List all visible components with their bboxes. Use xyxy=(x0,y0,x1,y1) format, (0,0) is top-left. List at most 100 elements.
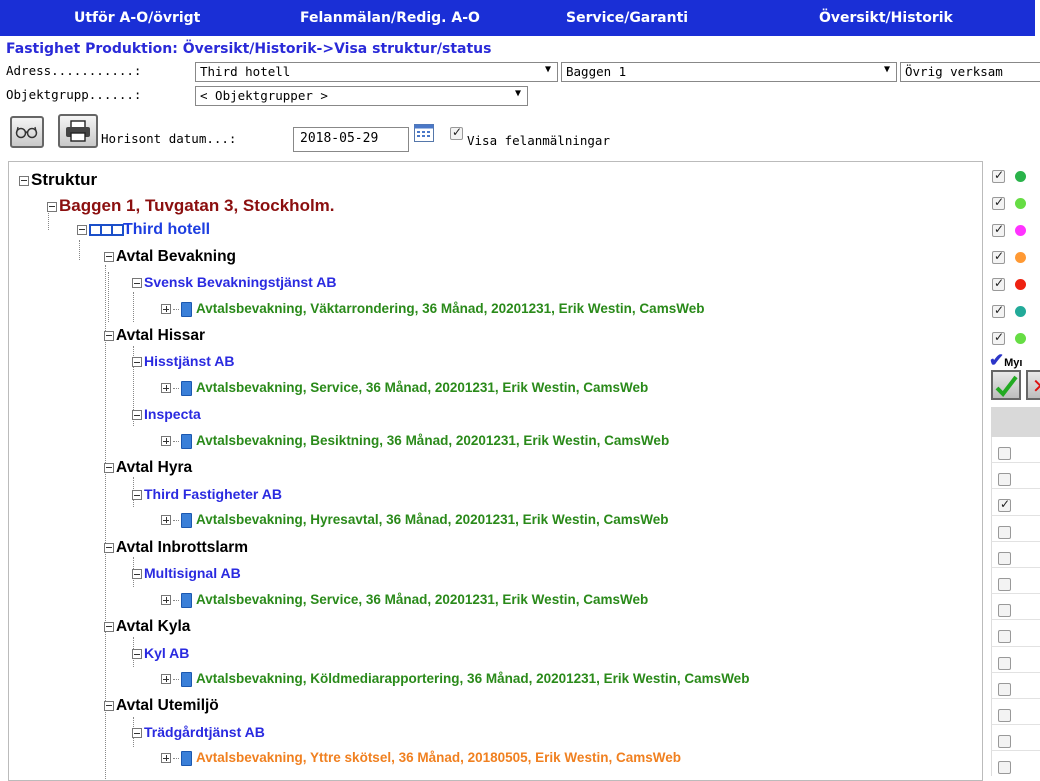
tree-contract[interactable]: Avtal Bevakning xyxy=(104,248,236,266)
nav-item-utfor[interactable]: Utför A-O/övrigt xyxy=(74,10,200,26)
tree-contract[interactable]: Avtal Inbrottslarm xyxy=(104,539,248,557)
fastighet-select[interactable]: Baggen 1 ▼ xyxy=(561,62,897,82)
print-button[interactable] xyxy=(58,114,98,148)
legend-checkbox[interactable] xyxy=(992,222,1005,237)
tree-item-label: Avtalsbevakning, Hyresavtal, 36 Månad, 2… xyxy=(196,512,669,527)
row-checkbox[interactable] xyxy=(998,708,1011,722)
collapse-icon[interactable] xyxy=(104,542,114,553)
row-checkbox[interactable] xyxy=(998,761,1011,775)
printer-icon xyxy=(66,120,90,142)
collapse-icon[interactable] xyxy=(77,224,87,235)
legend-checkbox[interactable] xyxy=(992,330,1005,345)
row-checkbox[interactable] xyxy=(998,447,1011,460)
tree-contract[interactable]: Avtal Kyla xyxy=(104,618,190,636)
row-checkbox[interactable] xyxy=(998,525,1011,539)
verksamhet-select[interactable]: Övrig verksam xyxy=(900,62,1040,82)
row-checkbox[interactable] xyxy=(998,497,1011,513)
tree-supplier[interactable]: Multisignal AB xyxy=(132,565,241,581)
legend-checkbox[interactable] xyxy=(992,303,1005,318)
expand-icon[interactable] xyxy=(161,515,171,526)
expand-icon[interactable] xyxy=(161,383,171,394)
collapse-icon[interactable] xyxy=(132,649,142,660)
table-header xyxy=(991,407,1040,437)
tree-contract-label: Avtal Hyra xyxy=(116,459,193,476)
tree-item[interactable]: Avtalsbevakning, Service, 36 Månad, 2020… xyxy=(161,592,648,608)
cancel-button[interactable]: ✕ xyxy=(1026,370,1040,400)
table-row xyxy=(991,463,1040,490)
tree-item[interactable]: Avtalsbevakning, Köldmediarapportering, … xyxy=(161,671,749,687)
row-checkbox[interactable] xyxy=(998,577,1011,591)
collapse-icon[interactable] xyxy=(19,175,29,186)
collapse-icon[interactable] xyxy=(132,728,142,739)
collapse-icon[interactable] xyxy=(132,569,142,580)
tree-supplier[interactable]: Svensk Bevakningstjänst AB xyxy=(132,274,336,290)
breadcrumb: Fastighet Produktion: Översikt/Historik-… xyxy=(6,41,492,57)
tree-supplier[interactable]: Hisstjänst AB xyxy=(132,353,235,369)
collapse-icon[interactable] xyxy=(104,462,114,473)
expand-icon[interactable] xyxy=(161,436,171,447)
document-icon xyxy=(181,512,192,528)
mine-filter[interactable]: ✔Myı xyxy=(989,350,1022,371)
collapse-icon[interactable] xyxy=(132,490,142,501)
view-button[interactable] xyxy=(10,116,44,148)
tree-building[interactable]: Third hotell xyxy=(77,221,210,239)
row-checkbox[interactable] xyxy=(998,551,1011,565)
tree-contract[interactable]: Avtal Hissar xyxy=(104,327,205,345)
tree-supplier[interactable]: Third Fastigheter AB xyxy=(132,486,282,502)
collapse-icon[interactable] xyxy=(132,278,142,289)
horisont-date-input[interactable]: 2018-05-29 xyxy=(293,127,409,152)
tree-connector xyxy=(173,757,179,759)
tree-item[interactable]: Avtalsbevakning, Besiktning, 36 Månad, 2… xyxy=(161,433,669,449)
legend-checkbox[interactable] xyxy=(992,195,1005,210)
visa-felanmalningar-checkbox[interactable] xyxy=(450,125,463,140)
tree-supplier[interactable]: Kyl AB xyxy=(132,645,189,661)
collapse-icon[interactable] xyxy=(104,700,114,711)
collapse-icon[interactable] xyxy=(104,621,114,632)
confirm-button[interactable] xyxy=(991,370,1021,400)
tree-property[interactable]: Baggen 1, Tuvgatan 3, Stockholm. xyxy=(47,196,335,216)
table-row xyxy=(991,515,1040,542)
tree-property-label: Baggen 1, Tuvgatan 3, Stockholm. xyxy=(59,196,335,215)
tree-item[interactable]: Avtalsbevakning, Service, 36 Månad, 2020… xyxy=(161,380,648,396)
expand-icon[interactable] xyxy=(161,304,171,315)
expand-icon[interactable] xyxy=(161,674,171,685)
tree-item[interactable]: Avtalsbevakning, Yttre skötsel, 36 Månad… xyxy=(161,750,681,766)
collapse-icon[interactable] xyxy=(104,330,114,341)
objektgrupp-select[interactable]: < Objektgrupper > ▼ xyxy=(195,86,528,106)
glasses-icon xyxy=(15,126,38,139)
legend-checkbox[interactable] xyxy=(992,168,1005,183)
tree-contract[interactable]: Avtal Hyra xyxy=(104,459,192,477)
legend-checkbox[interactable] xyxy=(992,276,1005,291)
nav-item-oversikt[interactable]: Översikt/Historik xyxy=(819,10,953,26)
tree-supplier[interactable]: Inspecta xyxy=(132,406,201,422)
row-checkbox[interactable] xyxy=(998,735,1011,749)
adress-select[interactable]: Third hotell ▼ xyxy=(195,62,558,82)
row-checkbox[interactable] xyxy=(998,630,1011,644)
legend-checkbox[interactable] xyxy=(992,249,1005,264)
tree-root[interactable]: Struktur xyxy=(19,170,97,190)
row-checkbox[interactable] xyxy=(998,604,1011,618)
calendar-icon[interactable] xyxy=(414,124,434,146)
collapse-icon[interactable] xyxy=(132,357,142,368)
tree-contract-label: Avtal Utemiljö xyxy=(116,697,219,714)
row-checkbox[interactable] xyxy=(998,473,1011,487)
tree-contract[interactable]: Avtal Utemiljö xyxy=(104,697,219,715)
nav-item-service[interactable]: Service/Garanti xyxy=(566,10,688,26)
row-checkbox[interactable] xyxy=(998,656,1011,670)
status-dot-icon xyxy=(1015,171,1026,182)
legend-row xyxy=(992,166,1026,183)
collapse-icon[interactable] xyxy=(104,251,114,262)
building-icon xyxy=(89,223,124,236)
tree-item[interactable]: Avtalsbevakning, Hyresavtal, 36 Månad, 2… xyxy=(161,512,668,528)
tree-guide xyxy=(79,240,80,260)
tree-supplier[interactable]: Trädgårdtjänst AB xyxy=(132,724,265,740)
collapse-icon[interactable] xyxy=(132,410,142,421)
nav-item-felanmalan[interactable]: Felanmälan/Redig. A-O xyxy=(300,10,480,26)
row-checkbox[interactable] xyxy=(998,682,1011,696)
collapse-icon[interactable] xyxy=(47,201,57,212)
expand-icon[interactable] xyxy=(161,595,171,606)
tree-item[interactable]: Avtalsbevakning, Väktarrondering, 36 Mån… xyxy=(161,301,704,317)
expand-icon[interactable] xyxy=(161,753,171,764)
chevron-down-icon: ▼ xyxy=(883,64,890,75)
document-icon xyxy=(181,433,192,449)
